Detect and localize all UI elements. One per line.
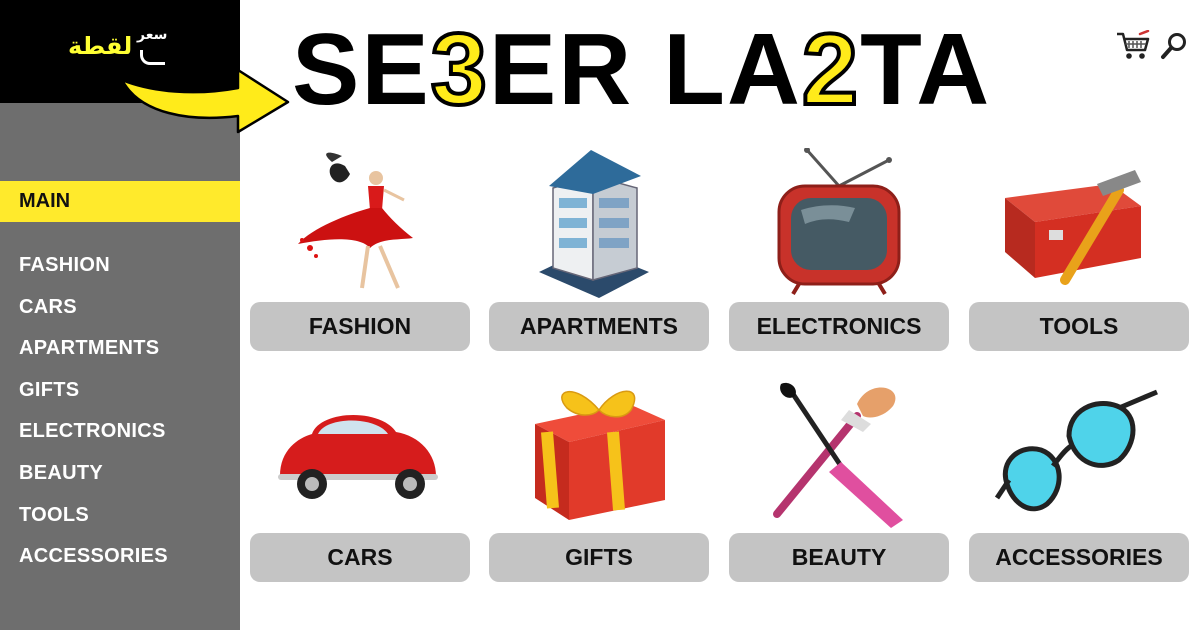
sidebar-item-accessories[interactable]: ACCESSORIES <box>19 542 168 584</box>
sidebar-item-beauty[interactable]: BEAUTY <box>19 459 168 501</box>
category-label[interactable]: ACCESSORIES <box>969 533 1189 582</box>
logo-small-text: سعر <box>137 27 168 43</box>
category-label[interactable]: FASHION <box>250 302 470 351</box>
site-title: SE3ER LA2TA <box>292 18 991 123</box>
category-label[interactable]: TOOLS <box>969 302 1189 351</box>
sidebar-item-electronics[interactable]: ELECTRONICS <box>19 417 168 459</box>
title-highlight: 2 <box>800 14 861 126</box>
sidebar-item-main[interactable]: MAIN <box>0 181 240 222</box>
title-part: ER LA <box>488 14 802 126</box>
gift-box-icon <box>535 390 665 520</box>
category-label[interactable]: GIFTS <box>489 533 709 582</box>
category-label[interactable]: ELECTRONICS <box>729 302 949 351</box>
apartment-building-icon <box>539 150 649 298</box>
sidebar-item-gifts[interactable]: GIFTS <box>19 376 168 418</box>
toolbox-hammer-icon <box>1005 170 1141 285</box>
retro-tv-icon <box>777 148 901 296</box>
shopping-cart-icon[interactable] <box>1115 30 1151 62</box>
arrow-icon <box>120 68 290 134</box>
makeup-brushes-icon <box>773 382 903 528</box>
sidebar-item-apartments[interactable]: APARTMENTS <box>19 334 168 376</box>
category-label[interactable]: BEAUTY <box>729 533 949 582</box>
sidebar-item-tools[interactable]: TOOLS <box>19 501 168 543</box>
sunglasses-icon <box>994 389 1158 512</box>
category-label[interactable]: APARTMENTS <box>489 302 709 351</box>
title-part: SE <box>292 14 431 126</box>
title-part: TA <box>860 14 992 126</box>
fashion-model-icon <box>298 152 413 289</box>
category-label[interactable]: CARS <box>250 533 470 582</box>
magnifier-icon[interactable] <box>1160 31 1190 61</box>
sidebar-item-fashion[interactable]: FASHION <box>19 251 168 293</box>
title-highlight: 3 <box>429 14 489 126</box>
red-car-icon <box>278 414 438 499</box>
logo-arabic-text: لقطة <box>68 32 133 60</box>
sidebar-menu: FASHION CARS APARTMENTS GIFTS ELECTRONIC… <box>19 251 168 584</box>
sidebar-item-cars[interactable]: CARS <box>19 293 168 335</box>
logo-hook-mark <box>140 50 165 65</box>
